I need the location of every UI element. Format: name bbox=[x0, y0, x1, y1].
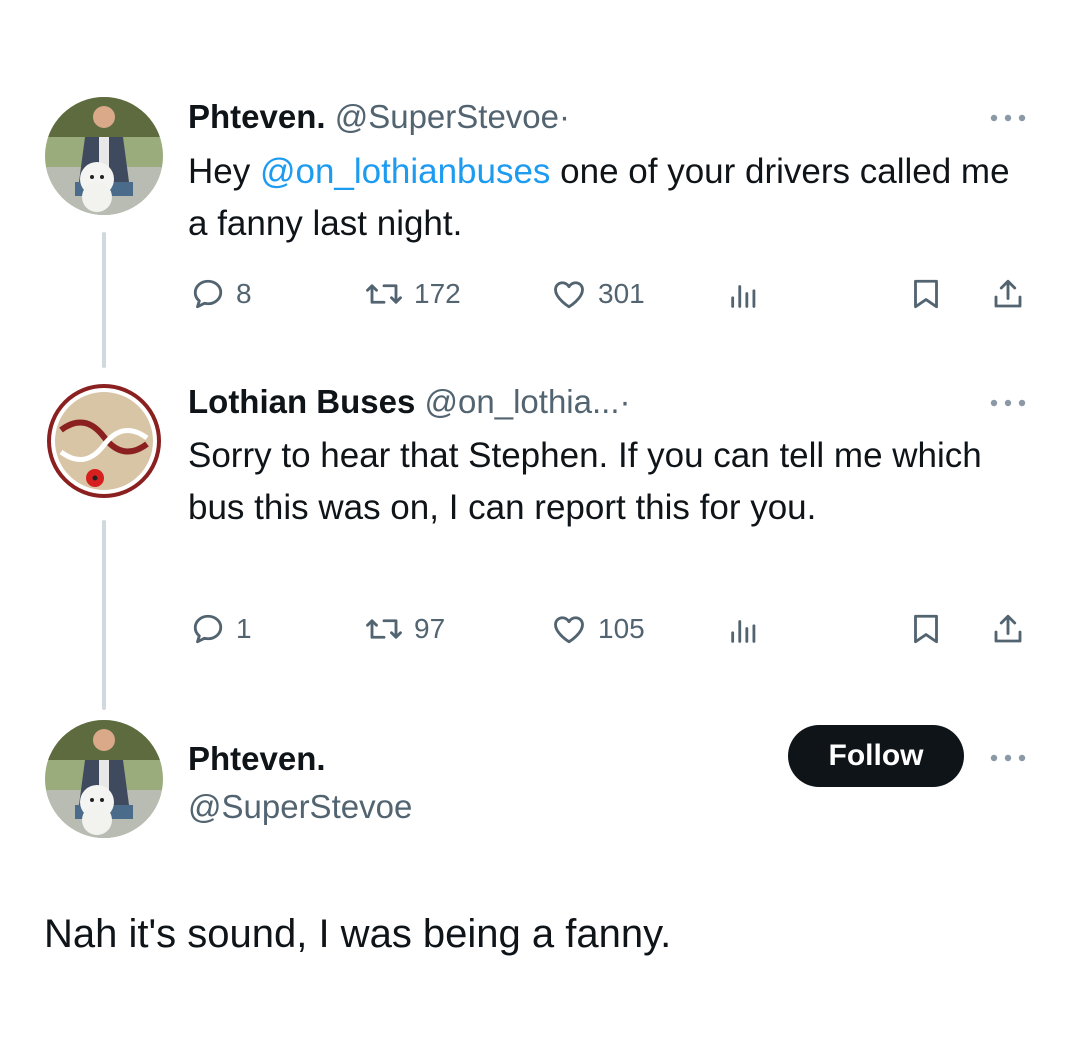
tweet1-reply-button[interactable]: 8 bbox=[190, 276, 252, 312]
retweet-icon bbox=[366, 619, 402, 639]
thread-line bbox=[102, 520, 106, 710]
tweet2-reply-button[interactable]: 1 bbox=[190, 611, 252, 647]
tweet1-display-name[interactable]: Phteven. bbox=[188, 98, 326, 135]
more-icon[interactable] bbox=[988, 111, 1028, 125]
thread-line bbox=[102, 232, 106, 368]
tweet1-mention-link[interactable]: @on_lothianbuses bbox=[260, 152, 550, 191]
tweet2-display-name[interactable]: Lothian Buses bbox=[188, 383, 415, 420]
reply-icon bbox=[193, 614, 223, 644]
tweet1-separator: · bbox=[559, 98, 571, 135]
tweet1-like-button[interactable]: 301 bbox=[550, 276, 645, 312]
reply-icon bbox=[193, 279, 223, 309]
tweet1-retweet-button[interactable]: 172 bbox=[364, 276, 461, 312]
avatar-lothian-buses[interactable] bbox=[45, 382, 163, 500]
bookmark-icon[interactable] bbox=[908, 611, 944, 647]
views-icon[interactable] bbox=[726, 278, 762, 312]
follow-button[interactable]: Follow bbox=[788, 725, 964, 787]
tweet2-header: Lothian Buses @on_lothia...· bbox=[188, 385, 631, 418]
tweet3-handle[interactable]: @SuperStevoe bbox=[188, 788, 412, 825]
avatar-phteven[interactable] bbox=[45, 720, 163, 838]
tweet2-like-count: 105 bbox=[598, 613, 645, 644]
tweet3-display-name-row: Phteven. bbox=[188, 742, 326, 775]
avatar-phteven[interactable] bbox=[45, 97, 163, 215]
tweet1-header: Phteven. @SuperStevoe· bbox=[188, 100, 570, 133]
tweet2-reply-count: 1 bbox=[236, 613, 252, 644]
tweet1-text-before: Hey bbox=[188, 152, 260, 191]
more-icon[interactable] bbox=[988, 396, 1028, 410]
tweet2-retweet-count: 97 bbox=[414, 613, 446, 644]
tweet1-retweet-count: 172 bbox=[414, 278, 461, 309]
tweet1-handle[interactable]: @SuperStevoe bbox=[335, 98, 559, 135]
tweet1-text: Hey @on_lothianbuses one of your drivers… bbox=[188, 146, 1018, 250]
like-icon bbox=[554, 281, 584, 309]
tweet2-handle[interactable]: @on_lothia... bbox=[425, 383, 620, 420]
tweet3-text: Nah it's sound, I was being a fanny. bbox=[44, 912, 672, 956]
tweet2-text: Sorry to hear that Stephen. If you can t… bbox=[188, 436, 982, 527]
bookmark-icon[interactable] bbox=[908, 276, 944, 312]
retweet-icon bbox=[366, 284, 402, 304]
tweet2-retweet-button[interactable]: 97 bbox=[364, 611, 445, 647]
tweet2-like-button[interactable]: 105 bbox=[550, 611, 645, 647]
tweet2-separator: · bbox=[619, 383, 631, 420]
share-icon[interactable] bbox=[990, 276, 1026, 312]
tweet3-display-name[interactable]: Phteven. bbox=[188, 740, 326, 777]
share-icon[interactable] bbox=[990, 611, 1026, 647]
more-icon[interactable] bbox=[988, 751, 1028, 765]
tweet3-handle-row: @SuperStevoe bbox=[188, 790, 412, 823]
tweet1-like-count: 301 bbox=[598, 278, 645, 309]
like-icon bbox=[554, 616, 584, 644]
tweet1-reply-count: 8 bbox=[236, 278, 252, 309]
views-icon[interactable] bbox=[726, 613, 762, 647]
